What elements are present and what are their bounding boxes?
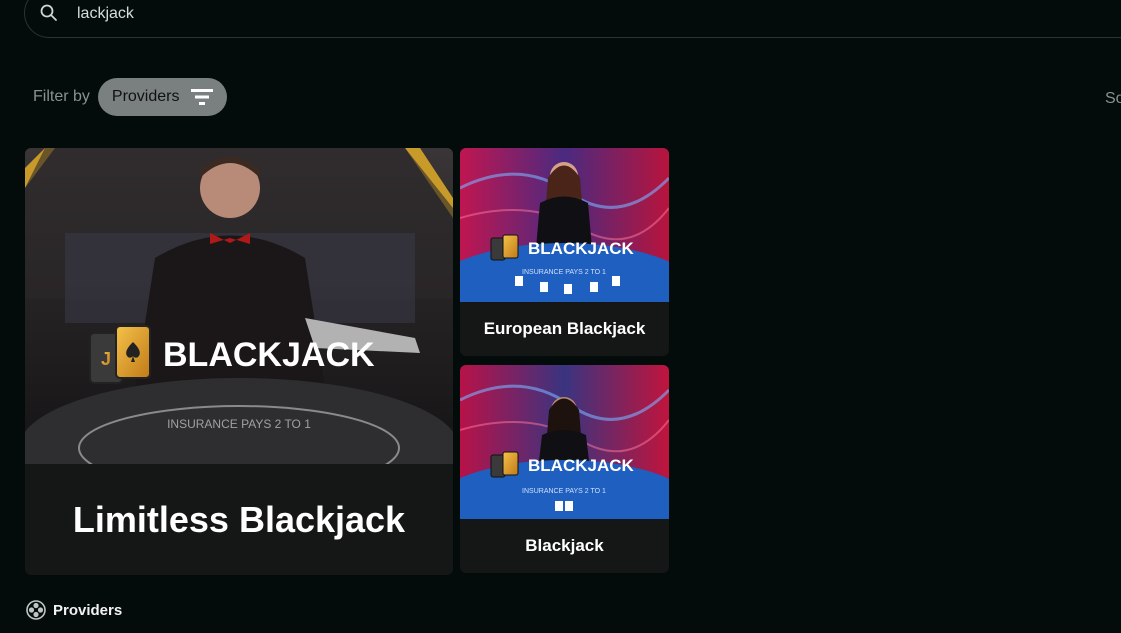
game-logo-text: BLACKJACK <box>528 239 635 258</box>
game-card-european-blackjack[interactable]: INSURANCE PAYS 2 TO 1 BLACKJACK European… <box>460 148 669 356</box>
game-thumbnail: INSURANCE PAYS 2 TO 1 BLACKJACK <box>460 148 669 302</box>
game-card-blackjack[interactable]: INSURANCE PAYS 2 TO 1 BLACKJACK Blackjac… <box>460 365 669 573</box>
page: Filter by Providers So <box>0 0 1121 633</box>
search-icon[interactable] <box>39 3 59 23</box>
providers-section-header[interactable]: Providers <box>26 600 122 620</box>
sort-label[interactable]: So <box>1105 90 1121 108</box>
game-title: Blackjack <box>525 536 604 555</box>
svg-text:J: J <box>101 349 111 369</box>
game-title: European Blackjack <box>483 319 646 338</box>
game-logo-text: BLACKJACK <box>528 456 635 475</box>
search-bar[interactable] <box>24 0 1121 39</box>
search-input[interactable] <box>77 0 477 39</box>
svg-text:INSURANCE PAYS 2 TO 1: INSURANCE PAYS 2 TO 1 <box>167 417 311 431</box>
providers-icon <box>26 600 46 620</box>
svg-text:INSURANCE PAYS 2 TO 1: INSURANCE PAYS 2 TO 1 <box>522 488 606 495</box>
game-logo-text: BLACKJACK <box>163 336 375 374</box>
providers-section-label: Providers <box>53 601 123 619</box>
game-title: Limitless Blackjack <box>72 499 406 540</box>
filter-icon <box>191 88 214 106</box>
game-thumbnail: INSURANCE PAYS 2 TO 1 BLACKJACK <box>460 365 669 519</box>
filter-row: Filter by Providers <box>33 78 228 116</box>
providers-filter-label: Providers <box>111 88 180 105</box>
game-thumbnail: INSURANCE PAYS 2 TO 1 J BLACKJACK <box>25 148 453 464</box>
providers-filter-button[interactable]: Providers <box>97 78 228 116</box>
svg-text:INSURANCE PAYS 2 TO 1: INSURANCE PAYS 2 TO 1 <box>522 269 606 276</box>
filter-label: Filter by <box>33 88 90 105</box>
game-card-limitless-blackjack[interactable]: INSURANCE PAYS 2 TO 1 J BLACKJACK Limitl… <box>25 148 453 575</box>
